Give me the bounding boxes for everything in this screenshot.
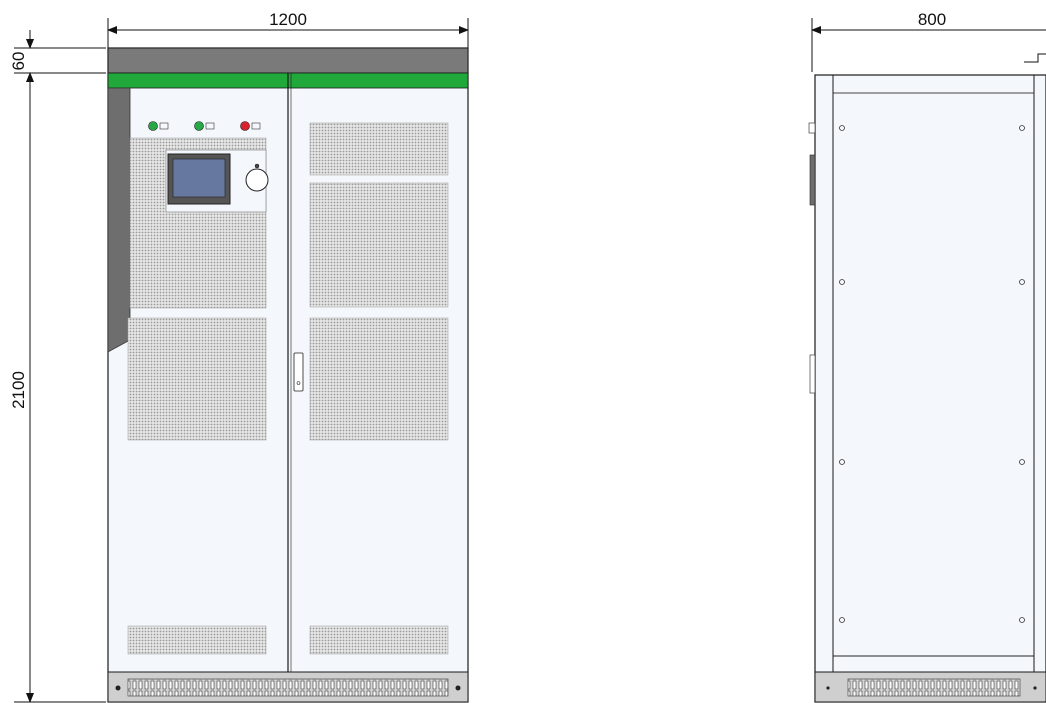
side-plinth-vent-slots	[847, 678, 1021, 697]
height-dimension: 60 2100	[9, 30, 106, 703]
indicator-lamp-green-1	[148, 121, 158, 131]
right-upper-vent	[309, 182, 449, 308]
emergency-stop-knob	[245, 168, 269, 192]
side-plinth-bolt-left	[826, 686, 830, 690]
side-handle-profile	[809, 354, 816, 394]
top-band-height-label: 60	[9, 52, 28, 71]
side-cabinet-body	[814, 74, 1046, 703]
top-band	[107, 47, 469, 74]
side-depth-dimension: 800	[811, 10, 1046, 72]
right-lower-vent	[309, 317, 449, 441]
front-width-dimension: 1200	[107, 10, 469, 48]
left-lower-vent	[127, 317, 267, 441]
front-width-label: 1200	[269, 10, 307, 29]
front-view: 1200 60 2100	[9, 10, 469, 703]
side-view: 800	[808, 10, 1046, 703]
left-bottom-vent	[127, 625, 267, 655]
right-top-vent	[309, 122, 449, 176]
side-depth-label: 800	[918, 10, 946, 29]
side-screen-profile	[809, 154, 816, 206]
total-height-label: 2100	[9, 371, 28, 409]
door-handle	[293, 352, 304, 392]
indicator-lamp-red	[240, 121, 250, 131]
plinth-bolt-left	[115, 685, 121, 691]
right-bottom-vent	[309, 625, 449, 655]
technical-drawing: 1200 60 2100 800	[9, 10, 1046, 703]
plinth-vent-slots	[127, 678, 449, 697]
plinth-bolt-right	[455, 685, 461, 691]
indicator-lamp-green-2	[194, 121, 204, 131]
side-plinth-bolt-right	[1033, 686, 1037, 690]
side-lamp-profile	[808, 122, 816, 134]
left-side-bar	[107, 87, 131, 353]
touch-screen	[172, 158, 226, 198]
